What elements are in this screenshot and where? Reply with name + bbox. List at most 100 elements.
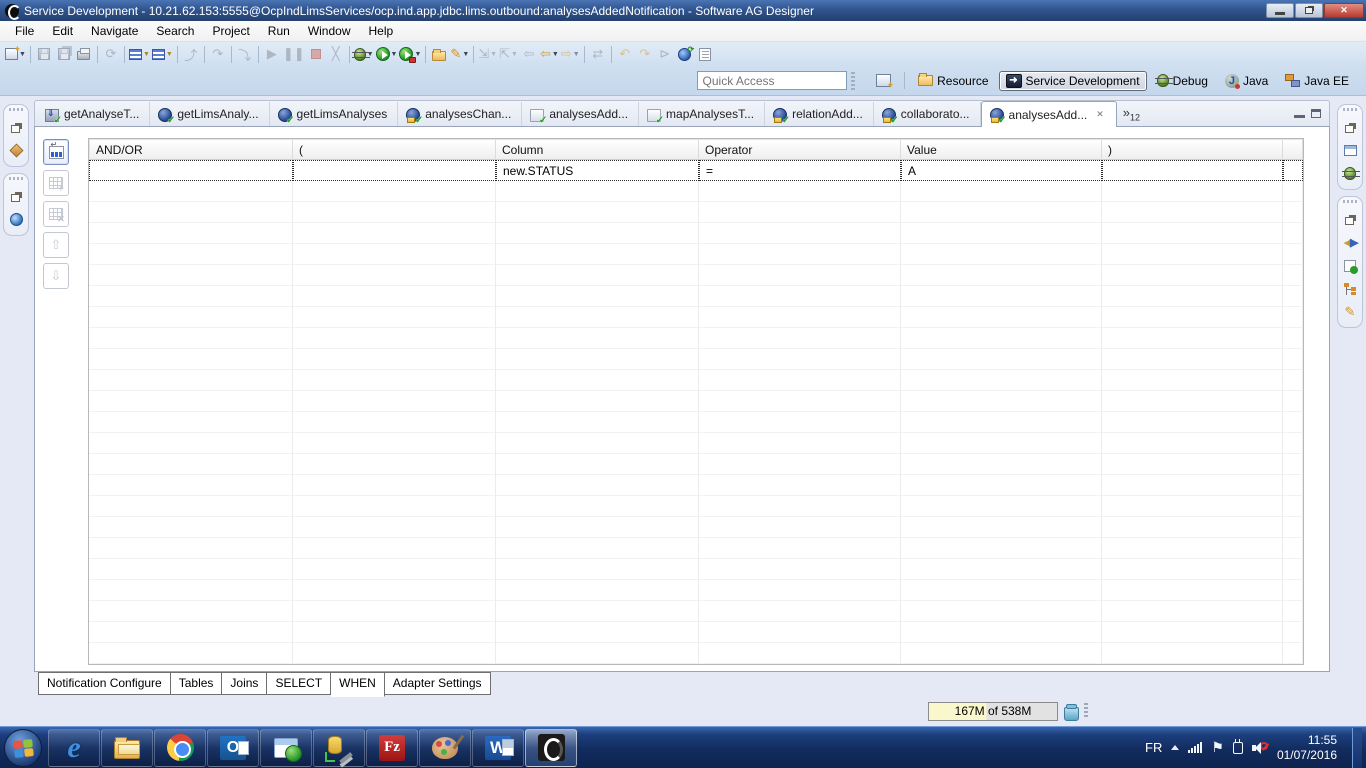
table-cell[interactable] [699, 328, 901, 349]
table-cell[interactable] [496, 223, 699, 244]
table-cell[interactable] [1283, 433, 1303, 454]
cell-andor[interactable] [89, 160, 293, 181]
page-tab-select[interactable]: SELECT [267, 672, 332, 695]
table-cell[interactable] [1283, 370, 1303, 391]
table-cell[interactable] [901, 370, 1102, 391]
show-console-button[interactable] [695, 43, 715, 65]
table-cell[interactable] [901, 475, 1102, 496]
table-cell[interactable] [293, 475, 496, 496]
table-cell[interactable] [699, 391, 901, 412]
table-cell[interactable] [496, 244, 699, 265]
table-cell[interactable] [293, 223, 496, 244]
table-cell[interactable] [1283, 517, 1303, 538]
highlight-pen-icon[interactable]: ✎ [1342, 304, 1359, 319]
move-row-down-button[interactable]: ⇩ [43, 263, 69, 289]
table-cell[interactable] [1283, 622, 1303, 643]
rail-drag-handle[interactable] [9, 177, 23, 180]
table-cell[interactable] [293, 496, 496, 517]
table-cell[interactable] [496, 349, 699, 370]
show-desktop-button[interactable] [1352, 727, 1362, 768]
step-into-button[interactable]: ⤵ [235, 43, 255, 65]
tab-getAnalyseT[interactable]: ⇓ ✓ getAnalyseT... [37, 102, 151, 126]
close-tab-icon[interactable]: ✕ [1094, 109, 1106, 120]
perspective-java-ee[interactable]: Java EE [1278, 71, 1356, 91]
run-button[interactable]: ▼ [375, 43, 399, 65]
table-cell[interactable] [496, 454, 699, 475]
table-cell[interactable] [496, 202, 699, 223]
table-row[interactable] [89, 244, 1303, 265]
table-row[interactable] [89, 580, 1303, 601]
table-cell[interactable] [1102, 244, 1283, 265]
terminate-button[interactable] [306, 43, 326, 65]
table-cell[interactable] [699, 475, 901, 496]
maximize-editor-icon[interactable] [1311, 109, 1321, 118]
taskbar-windows-explorer[interactable] [101, 728, 153, 767]
restore-pane-icon[interactable] [1342, 120, 1359, 135]
refresh-run-button[interactable]: ↷ [208, 43, 228, 65]
table-cell[interactable] [496, 622, 699, 643]
table-cell[interactable] [1102, 391, 1283, 412]
table-cell[interactable] [293, 454, 496, 475]
table-row[interactable] [89, 622, 1303, 643]
menu-file[interactable]: File [6, 22, 43, 40]
table-cell[interactable] [901, 181, 1102, 202]
taskbar-outlook[interactable]: O [207, 728, 259, 767]
taskbar-admin-tool[interactable] [313, 728, 365, 767]
next-annotation-button[interactable]: ⇲ ▼ [477, 43, 498, 65]
rail-drag-handle[interactable] [1343, 200, 1357, 203]
table-row[interactable] [89, 643, 1303, 664]
table-cell[interactable] [1283, 475, 1303, 496]
debug-view-icon[interactable] [1342, 166, 1360, 181]
col-header-operator[interactable]: Operator [699, 139, 901, 160]
table-cell[interactable] [89, 223, 293, 244]
table-cell[interactable] [901, 601, 1102, 622]
table-cell[interactable] [89, 391, 293, 412]
table-cell[interactable] [89, 601, 293, 622]
table-cell[interactable] [699, 454, 901, 475]
table-cell[interactable] [1283, 328, 1303, 349]
table-cell[interactable] [89, 286, 293, 307]
resume-button[interactable]: ▶ [262, 43, 282, 65]
table-cell[interactable] [496, 496, 699, 517]
redo-button[interactable]: ↷ [635, 43, 655, 65]
table-cell[interactable] [901, 328, 1102, 349]
table-cell[interactable] [89, 496, 293, 517]
table-cell[interactable] [1283, 265, 1303, 286]
menu-project[interactable]: Project [203, 22, 258, 40]
table-cell[interactable] [901, 286, 1102, 307]
web-services-explorer-icon[interactable] [675, 43, 695, 65]
table-cell[interactable] [901, 496, 1102, 517]
table-cell[interactable] [496, 181, 699, 202]
table-cell[interactable] [1283, 202, 1303, 223]
table-cell[interactable] [1283, 601, 1303, 622]
table-cell[interactable] [1283, 454, 1303, 475]
table-cell[interactable] [699, 580, 901, 601]
table-row[interactable] [89, 307, 1303, 328]
table-cell[interactable] [89, 265, 293, 286]
table-cell[interactable] [699, 517, 901, 538]
table-cell[interactable] [1102, 580, 1283, 601]
step-return-button[interactable]: ⤴ [181, 43, 201, 65]
table-cell[interactable] [1102, 328, 1283, 349]
previous-annotation-button[interactable]: ⇱ ▼ [498, 43, 519, 65]
table-row[interactable] [89, 454, 1303, 475]
cell-close-paren[interactable] [1102, 160, 1283, 181]
table-row[interactable] [89, 370, 1303, 391]
tab-analysesAdd-active[interactable]: ✓ analysesAdd... ✕ [980, 101, 1117, 127]
table-row[interactable] [89, 559, 1303, 580]
table-row[interactable] [89, 412, 1303, 433]
forward-button[interactable]: ⇨ ▼ [560, 43, 581, 65]
table-cell[interactable] [496, 265, 699, 286]
table-cell[interactable] [699, 244, 901, 265]
restore-button[interactable] [1295, 3, 1323, 18]
table-cell[interactable] [699, 559, 901, 580]
disconnect-button[interactable]: ╳ [326, 43, 346, 65]
open-perspective-button[interactable] [869, 71, 898, 91]
col-header-open-paren[interactable]: ( [293, 139, 496, 160]
taskbar-chrome[interactable] [154, 728, 206, 767]
table-row-selected[interactable]: new.STATUS = A [89, 160, 1303, 181]
table-row[interactable] [89, 496, 1303, 517]
save-button[interactable] [34, 43, 54, 65]
table-row[interactable] [89, 517, 1303, 538]
table-row[interactable] [89, 328, 1303, 349]
